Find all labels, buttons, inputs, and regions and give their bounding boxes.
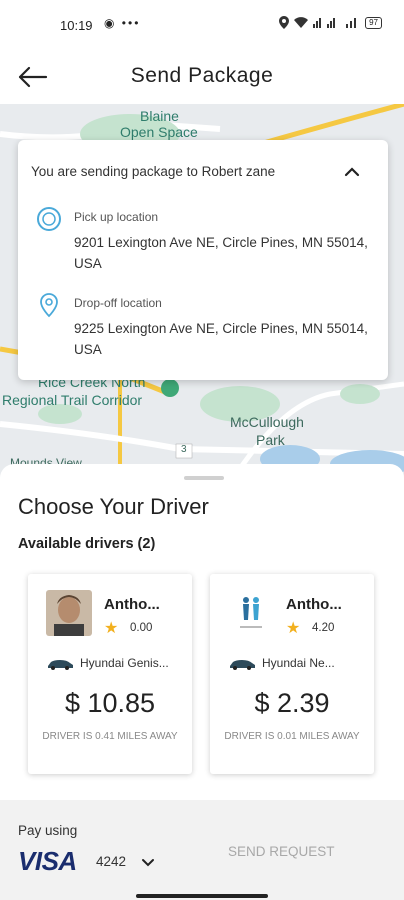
trip-details-card: You are sending package to Robert zane P…: [18, 140, 388, 380]
car-name: Hyundai Genis...: [80, 656, 169, 670]
send-request-button[interactable]: SEND REQUEST: [228, 844, 335, 859]
driver-distance: DRIVER IS 0.01 MILES AWAY: [224, 731, 360, 742]
trip-summary: You are sending package to Robert zane: [31, 164, 276, 179]
status-bar: 10:19 ◉ ••• 97: [0, 0, 404, 52]
available-drivers-label: Available drivers (2): [18, 536, 156, 552]
chevron-up-icon: [344, 167, 360, 177]
collapse-button[interactable]: [342, 162, 362, 182]
driver-avatar: [228, 590, 274, 636]
driver-price: $ 10.85: [64, 688, 156, 718]
drag-handle[interactable]: [184, 476, 224, 480]
dropoff-pin-icon: [40, 293, 58, 318]
payment-footer: Pay using VISA 4242 SEND REQUEST: [0, 800, 404, 900]
app-header: Send Package: [0, 52, 404, 104]
visa-logo: VISA: [18, 846, 77, 876]
pickup-icon: [37, 207, 61, 231]
wifi-icon: [294, 17, 309, 28]
page-title: Send Package: [130, 64, 274, 87]
status-time: 10:19: [60, 18, 93, 33]
driver-rating: 0.00: [130, 622, 153, 634]
map-route-number: 3: [181, 444, 187, 455]
driver-avatar: [46, 590, 92, 636]
pickup-label: Pick up location: [74, 210, 159, 224]
driver-name: Antho...: [104, 596, 160, 613]
map-label: Open Space: [120, 124, 198, 140]
map-label: Blaine: [140, 108, 179, 124]
home-indicator: [136, 894, 268, 898]
location-icon: [279, 16, 290, 29]
driver-card[interactable]: Antho... ★ 0.00 Hyundai Genis... $ 10.85…: [28, 574, 192, 774]
system-icons: 97: [279, 16, 382, 29]
dropoff-address: 9225 Lexington Ave NE, Circle Pines, MN …: [74, 321, 368, 357]
card-selector[interactable]: [140, 856, 156, 870]
signal-icon: [313, 18, 336, 28]
notification-icons: ◉ •••: [104, 16, 141, 30]
driver-price: $ 2.39: [254, 688, 330, 718]
driver-card[interactable]: Antho... ★ 4.20 Hyundai Ne... $ 2.39 DRI…: [210, 574, 374, 774]
map-label: Park: [256, 432, 285, 448]
car-name: Hyundai Ne...: [262, 656, 335, 670]
pickup-address: 9201 Lexington Ave NE, Circle Pines, MN …: [74, 235, 368, 271]
star-icon: ★: [104, 620, 119, 637]
driver-rating: 4.20: [312, 622, 335, 634]
star-icon: ★: [286, 620, 301, 637]
map-label: McCullough: [230, 414, 304, 430]
dropoff-label: Drop-off location: [74, 296, 162, 310]
sheet-title: Choose Your Driver: [18, 494, 209, 519]
driver-distance: DRIVER IS 0.41 MILES AWAY: [42, 731, 178, 742]
map-label: Regional Trail Corridor: [2, 392, 143, 408]
car-icon: [230, 660, 255, 670]
signal-icon-2: [346, 18, 357, 28]
card-last4[interactable]: 4242: [96, 854, 126, 869]
pay-using-label: Pay using: [18, 823, 78, 838]
battery-icon: 97: [365, 16, 382, 29]
chevron-down-icon: [142, 859, 154, 867]
driver-name: Antho...: [286, 596, 342, 613]
car-icon: [48, 660, 73, 670]
